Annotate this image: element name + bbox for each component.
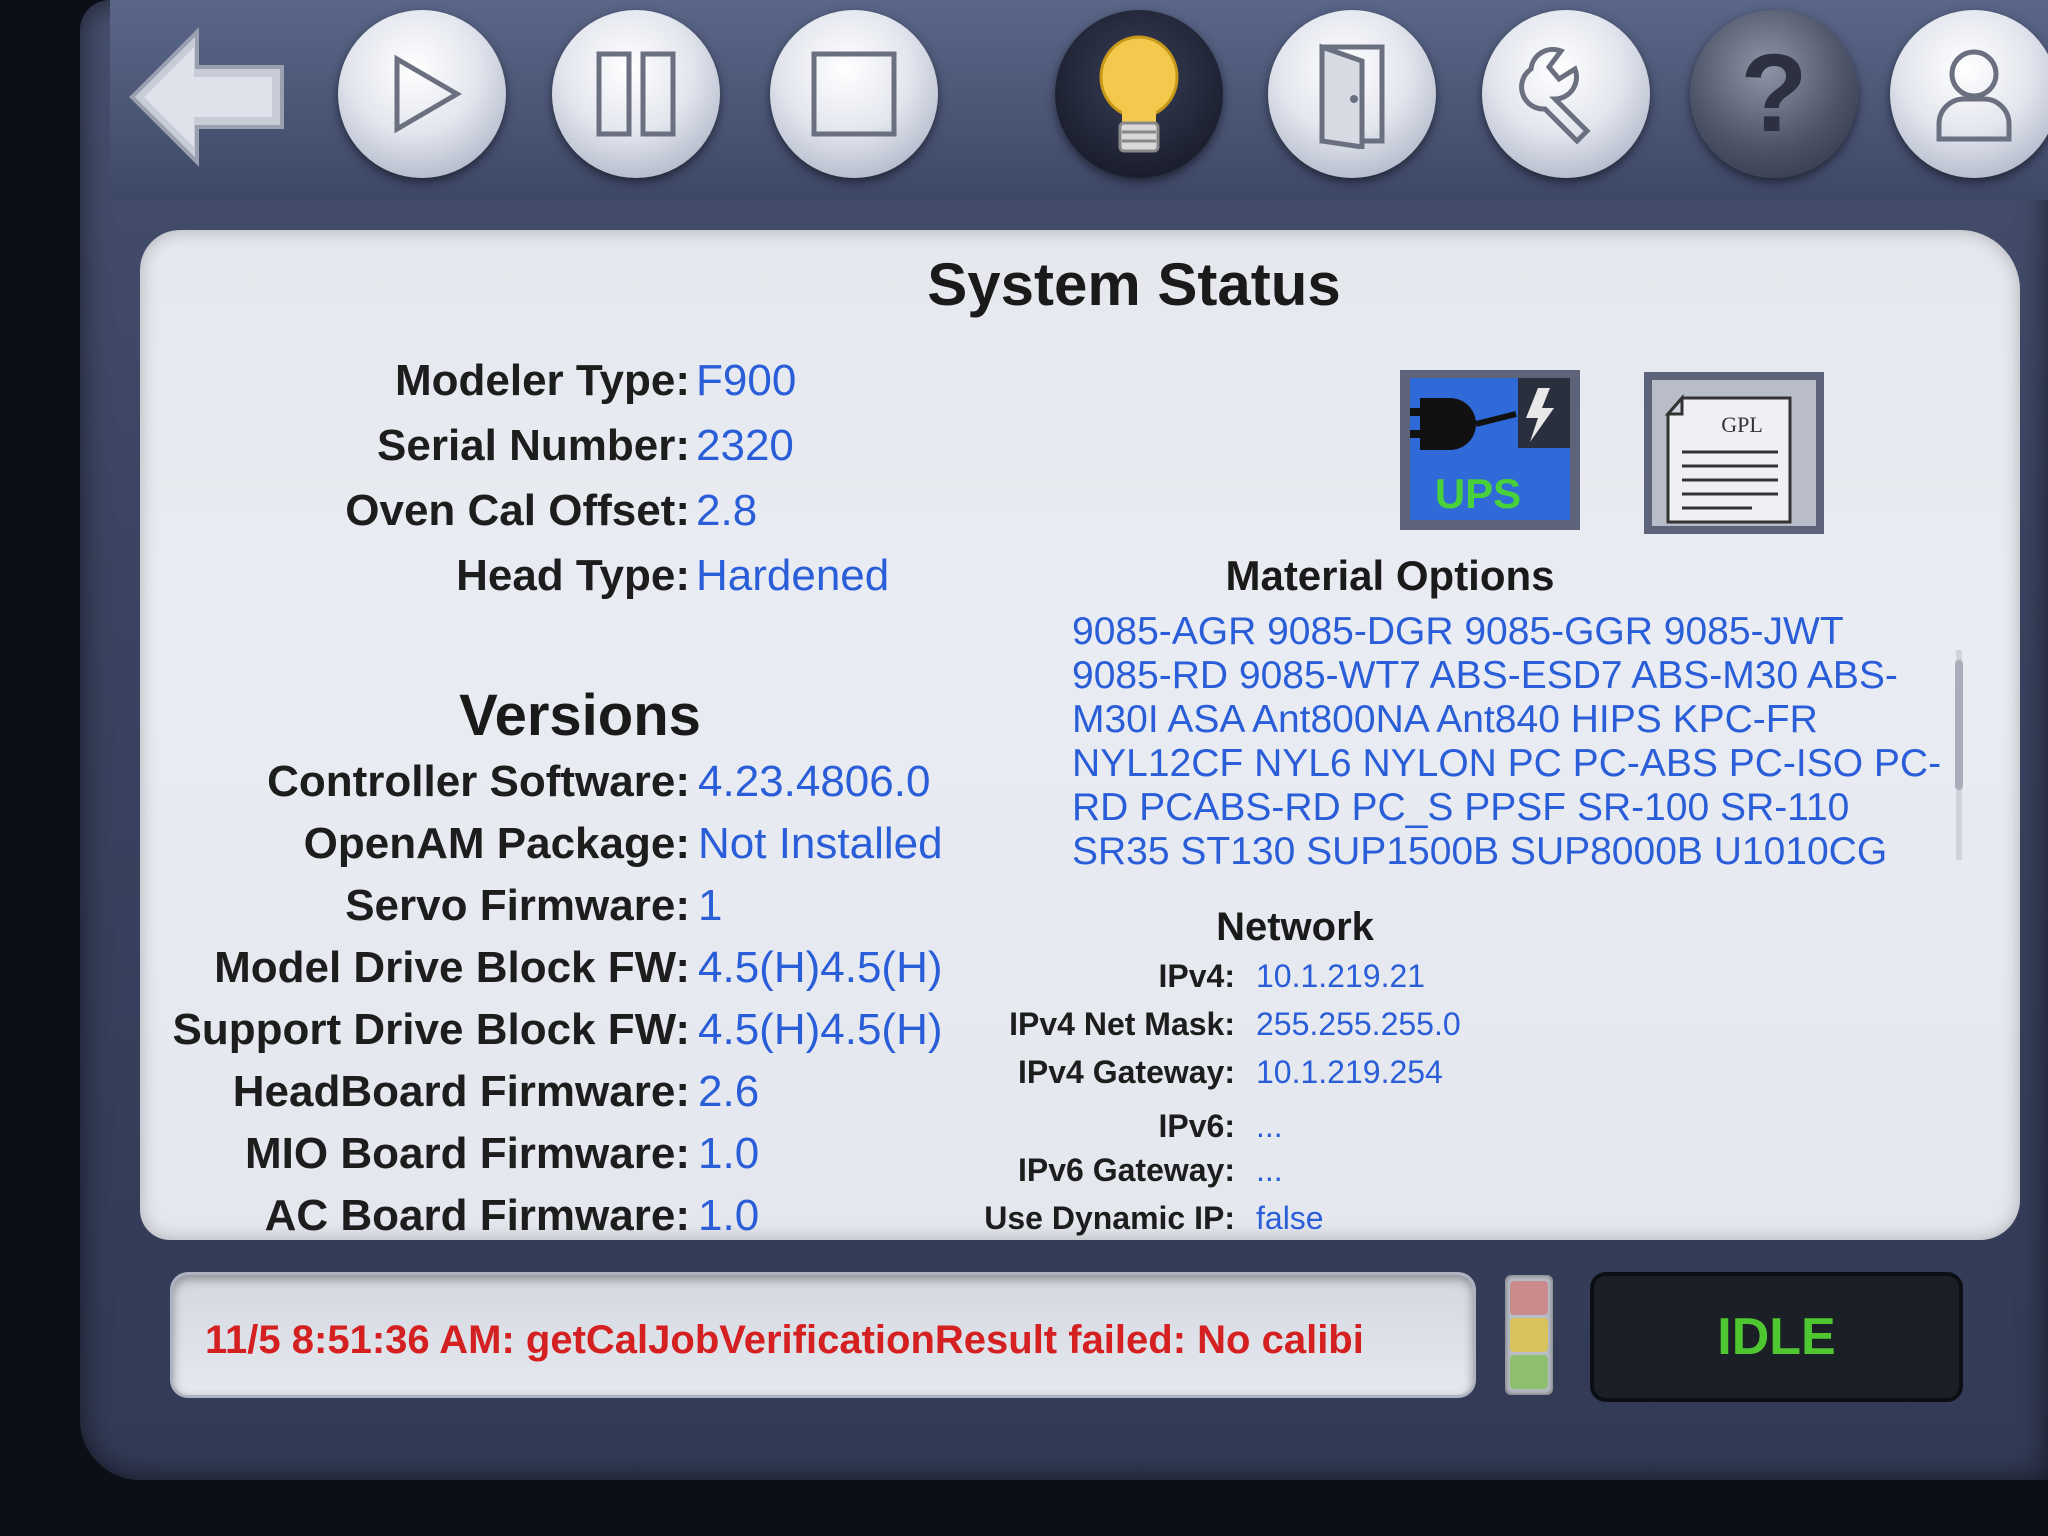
ipv4-netmask-label: IPv4 Net Mask:: [1009, 1006, 1235, 1042]
status-lights: [1505, 1275, 1553, 1395]
play-icon: [394, 54, 462, 134]
status-message: 11/5 8:51:36 AM: getCalJobVerificationRe…: [205, 1318, 1364, 1362]
controller-software-label: Controller Software:: [267, 757, 690, 806]
play-button[interactable]: [338, 10, 506, 178]
controller-software-value: 4.23.4806.0: [698, 757, 931, 806]
page-title: System Status: [927, 251, 1341, 318]
ipv4-netmask-value: 255.255.255.0: [1256, 1006, 1461, 1042]
head-type-row: Head Type:: [200, 551, 690, 603]
modeler-type-label: Modeler Type:: [394, 356, 690, 405]
model-drive-block-value: 4.5(H)4.5(H): [698, 943, 943, 992]
material-scrollbar[interactable]: [1953, 630, 1965, 880]
pause-button[interactable]: [552, 10, 720, 178]
back-button[interactable]: [118, 12, 296, 182]
oven-cal-value: 2.8: [696, 486, 758, 535]
green-light-icon: [1510, 1355, 1548, 1389]
ups-button[interactable]: UPS: [1398, 368, 1582, 537]
material-line: M30I ASA Ant800NA Ant840 HIPS KPC-FR: [1072, 698, 1818, 741]
headboard-firmware-value: 2.6: [698, 1067, 760, 1116]
material-line: SR35 ST130 SUP1500B SUP8000B U1010CG: [1072, 830, 1888, 873]
document-icon: GPL: [1644, 372, 1824, 534]
modeler-type-row: Modeler Type:: [200, 356, 690, 408]
material-line: 9085-AGR 9085-DGR 9085-GGR 9085-JWT: [1072, 610, 1844, 653]
version-row: OpenAM Package:: [150, 819, 690, 871]
mio-board-firmware-label: MIO Board Firmware:: [245, 1129, 690, 1178]
version-row: Support Drive Block FW:: [150, 1005, 690, 1057]
ipv4-gateway-label: IPv4 Gateway:: [1018, 1054, 1235, 1090]
material-line: RD PCABS-RD PC_S PPSF SR-100 SR-110: [1072, 786, 1850, 829]
model-drive-block-label: Model Drive Block FW:: [214, 943, 690, 992]
material-options-list[interactable]: 9085-AGR 9085-DGR 9085-GGR 9085-JWT 9085…: [1072, 610, 1942, 895]
ipv6-label: IPv6:: [1158, 1108, 1235, 1144]
gpl-license-button[interactable]: GPL: [1642, 370, 1826, 541]
ac-board-firmware-label: AC Board Firmware:: [264, 1191, 690, 1240]
version-row: Model Drive Block FW:: [150, 943, 690, 995]
servo-firmware-value: 1: [698, 881, 723, 930]
status-button[interactable]: [1055, 10, 1223, 178]
material-options-heading: Material Options: [1225, 552, 1555, 599]
ipv4-value: 10.1.219.21: [1256, 958, 1426, 994]
use-dynamic-ip-label: Use Dynamic IP:: [984, 1200, 1235, 1236]
support-drive-block-label: Support Drive Block FW:: [172, 1005, 690, 1054]
svg-text:?: ?: [1740, 39, 1807, 149]
stop-icon: [811, 51, 897, 137]
ups-icon: UPS: [1400, 370, 1580, 530]
version-row: AC Board Firmware:: [150, 1191, 690, 1243]
support-drive-block-value: 4.5(H)4.5(H): [698, 1005, 943, 1054]
door-icon: [1319, 43, 1385, 149]
serial-number-label: Serial Number:: [377, 421, 690, 470]
version-row: HeadBoard Firmware:: [150, 1067, 690, 1119]
ipv4-label: IPv4:: [1158, 958, 1235, 994]
machine-state-indicator: IDLE: [1590, 1272, 1963, 1402]
red-light-icon: [1510, 1281, 1548, 1315]
mio-board-firmware-value: 1.0: [698, 1129, 760, 1178]
modeler-type-value: F900: [696, 356, 797, 405]
material-line: 9085-RD 9085-WT7 ABS-ESD7 ABS-M30 ABS-: [1072, 654, 1898, 697]
scrollbar-thumb[interactable]: [1955, 660, 1963, 790]
oven-cal-row: Oven Cal Offset:: [200, 486, 690, 538]
versions-heading: Versions: [459, 683, 701, 748]
help-icon: ?: [1740, 39, 1807, 149]
pause-icon: [596, 51, 676, 137]
ups-label: UPS: [1435, 470, 1521, 517]
material-line: NYL12CF NYL6 NYLON PC PC-ABS PC-ISO PC-: [1072, 742, 1942, 785]
openam-package-label: OpenAM Package:: [303, 819, 690, 868]
head-type-value: Hardened: [696, 551, 890, 600]
version-row: Controller Software:: [150, 757, 690, 809]
ipv4-gateway-value: 10.1.219.254: [1256, 1054, 1443, 1090]
help-button[interactable]: ?: [1690, 10, 1858, 178]
serial-number-row: Serial Number:: [200, 421, 690, 473]
network-heading: Network: [1216, 905, 1374, 949]
wrench-icon: [1519, 46, 1591, 145]
maintenance-button[interactable]: [1482, 10, 1650, 178]
servo-firmware-label: Servo Firmware:: [345, 881, 690, 930]
stop-button[interactable]: [770, 10, 938, 178]
head-type-label: Head Type:: [456, 551, 690, 600]
ipv6-gateway-label: IPv6 Gateway:: [1018, 1152, 1235, 1188]
openam-package-value: Not Installed: [698, 819, 943, 868]
gpl-label: GPL: [1721, 412, 1763, 437]
use-dynamic-ip-value: false: [1256, 1200, 1324, 1236]
back-arrow-icon: [129, 27, 284, 167]
lightbulb-icon: [1099, 35, 1179, 153]
yellow-light-icon: [1510, 1318, 1548, 1352]
material-button[interactable]: [1268, 10, 1436, 178]
user-icon: [1936, 49, 2012, 142]
user-button[interactable]: [1890, 10, 2048, 178]
ipv6-value: ...: [1256, 1108, 1283, 1144]
ac-board-firmware-value: 1.0: [698, 1191, 760, 1240]
version-row: MIO Board Firmware:: [150, 1129, 690, 1181]
headboard-firmware-label: HeadBoard Firmware:: [232, 1067, 690, 1116]
serial-number-value: 2320: [696, 421, 794, 470]
version-row: Servo Firmware:: [150, 881, 690, 933]
ipv6-gateway-value: ...: [1256, 1152, 1283, 1188]
oven-cal-label: Oven Cal Offset:: [345, 486, 690, 535]
